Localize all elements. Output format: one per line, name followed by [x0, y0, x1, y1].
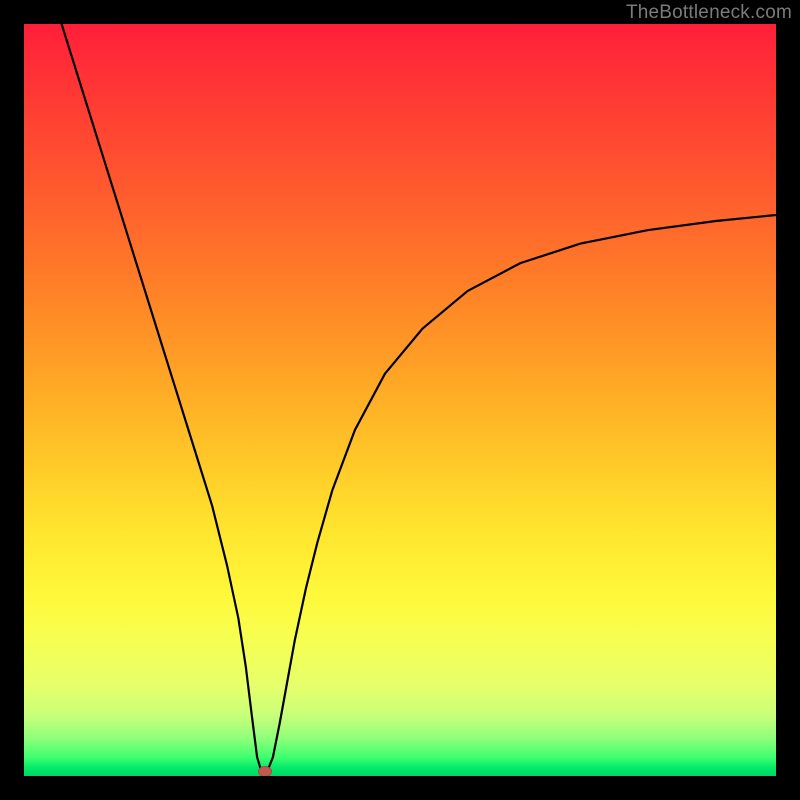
chart-frame: TheBottleneck.com — [0, 0, 800, 800]
watermark-text: TheBottleneck.com — [626, 2, 792, 24]
plot-area — [24, 24, 776, 776]
optimal-point-marker — [258, 766, 272, 776]
bottleneck-curve — [24, 24, 776, 776]
